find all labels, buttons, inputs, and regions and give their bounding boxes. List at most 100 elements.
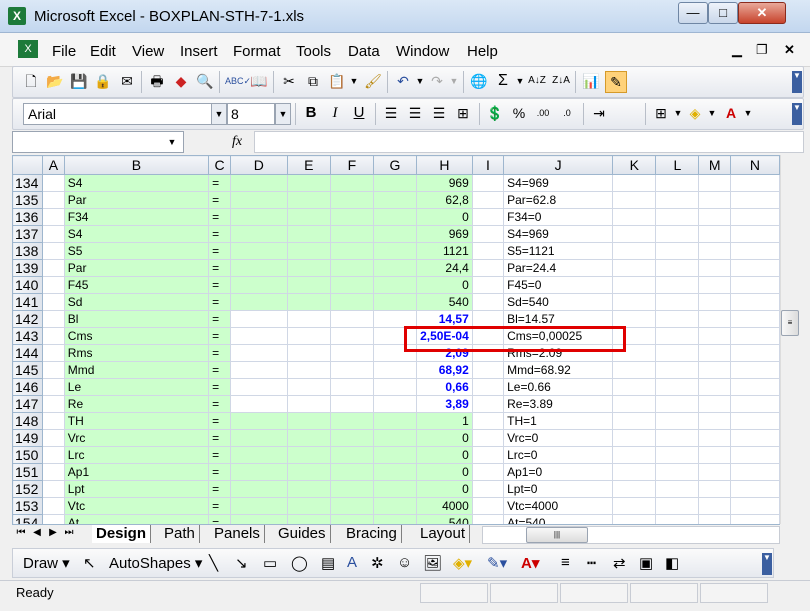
name-box-dropdown-icon[interactable]: ▼ [162, 131, 182, 153]
column-header[interactable]: M [698, 155, 731, 175]
cell-e[interactable] [286, 378, 331, 396]
menu-format[interactable]: Format [233, 43, 281, 60]
cell-b[interactable]: S4 [63, 225, 210, 243]
cell-c[interactable]: = [208, 344, 231, 362]
cell-f[interactable] [329, 310, 374, 328]
cell-c[interactable]: = [208, 412, 231, 430]
cell-m[interactable] [698, 225, 731, 243]
text-box-icon[interactable]: ▤ [321, 554, 335, 572]
cell-n[interactable] [729, 174, 780, 192]
cell-n[interactable] [729, 276, 780, 294]
cell-n[interactable] [729, 344, 780, 362]
cell-table[interactable]: A B C D E F G H I J K L M N 134 S4 = 969 S4=… [12, 155, 780, 524]
cell-h[interactable]: 0 [416, 429, 473, 447]
cell-e[interactable] [286, 361, 331, 379]
cell-d[interactable] [230, 293, 288, 311]
cell-k[interactable] [612, 344, 657, 362]
cell-a[interactable] [41, 378, 65, 396]
row-header[interactable]: 140 [12, 276, 43, 294]
row-header[interactable]: 151 [12, 463, 43, 481]
row-header[interactable]: 136 [12, 208, 43, 226]
cell-f[interactable] [329, 395, 374, 413]
cell-j[interactable]: At=540 [503, 514, 614, 524]
cell-l[interactable] [655, 310, 700, 328]
cell-k[interactable] [612, 276, 657, 294]
cell-h[interactable]: 0 [416, 463, 473, 481]
cell-n[interactable] [729, 514, 780, 524]
font-color-icon[interactable]: A [721, 103, 741, 123]
cell-j[interactable]: TH=1 [503, 412, 614, 430]
font-size-dropdown-icon[interactable]: ▼ [275, 103, 291, 125]
redo-icon[interactable]: ↷ [427, 71, 447, 91]
align-left-icon[interactable]: ☰ [381, 103, 401, 123]
sheet-tab-panels[interactable]: Panels [210, 525, 265, 543]
cell-d[interactable] [230, 191, 288, 209]
drawing-toggle-icon[interactable]: ✎ [605, 71, 627, 93]
cell-i[interactable] [471, 259, 505, 277]
menu-data[interactable]: Data [348, 43, 380, 60]
cell-j[interactable]: S4=969 [503, 174, 614, 192]
cell-i[interactable] [471, 480, 505, 498]
cell-f[interactable] [329, 361, 374, 379]
spelling-icon[interactable]: ABC✓ [225, 71, 251, 91]
cell-d[interactable] [230, 174, 288, 192]
cell-k[interactable] [612, 395, 657, 413]
cell-m[interactable] [698, 412, 731, 430]
cell-b[interactable]: Bl [63, 310, 210, 328]
cell-i[interactable] [471, 412, 505, 430]
underline-button[interactable]: U [349, 103, 369, 123]
cell-h[interactable]: 0 [416, 480, 473, 498]
cell-e[interactable] [286, 344, 331, 362]
sheet-tab-guides[interactable]: Guides [274, 525, 331, 543]
cell-d[interactable] [230, 446, 288, 464]
cell-a[interactable] [41, 395, 65, 413]
cell-f[interactable] [329, 293, 374, 311]
first-sheet-icon[interactable]: ⏮ [14, 527, 28, 538]
cell-f[interactable] [329, 225, 374, 243]
cell-n[interactable] [729, 446, 780, 464]
minimize-button[interactable]: — [678, 2, 708, 24]
decrease-decimal-icon[interactable]: .0 [557, 103, 577, 123]
last-sheet-icon[interactable]: ⏭ [62, 527, 76, 538]
cell-c[interactable]: = [208, 293, 231, 311]
cell-b[interactable]: Par [63, 191, 210, 209]
cell-d[interactable] [230, 514, 288, 524]
cell-h[interactable]: 62,8 [416, 191, 473, 209]
cell-l[interactable] [655, 225, 700, 243]
rectangle-icon[interactable]: ▭ [263, 554, 277, 572]
cell-i[interactable] [471, 208, 505, 226]
cell-a[interactable] [41, 293, 65, 311]
cell-g[interactable] [372, 242, 418, 260]
cell-b[interactable]: Vrc [63, 429, 210, 447]
row-header[interactable]: 138 [12, 242, 43, 260]
vertical-scrollbar[interactable] [780, 155, 799, 524]
cell-j[interactable]: Le=0.66 [503, 378, 614, 396]
cell-j[interactable]: S5=1121 [503, 242, 614, 260]
cell-e[interactable] [286, 395, 331, 413]
cell-m[interactable] [698, 242, 731, 260]
cell-a[interactable] [41, 225, 65, 243]
cell-k[interactable] [612, 293, 657, 311]
arrow-icon[interactable]: ↘ [235, 554, 248, 572]
cell-d[interactable] [230, 412, 288, 430]
column-header[interactable]: E [286, 155, 331, 175]
cell-m[interactable] [698, 310, 731, 328]
cell-a[interactable] [41, 361, 65, 379]
cell-f[interactable] [329, 259, 374, 277]
cell-f[interactable] [329, 446, 374, 464]
column-header[interactable]: L [655, 155, 700, 175]
cell-n[interactable] [729, 395, 780, 413]
cell-b[interactable]: At [63, 514, 210, 524]
cell-f[interactable] [329, 276, 374, 294]
cell-n[interactable] [729, 259, 780, 277]
cell-h[interactable]: 1 [416, 412, 473, 430]
percent-icon[interactable]: % [509, 103, 529, 123]
select-all-corner[interactable] [12, 155, 43, 175]
next-sheet-icon[interactable]: ▶ [46, 527, 60, 538]
cell-f[interactable] [329, 480, 374, 498]
cell-l[interactable] [655, 361, 700, 379]
line-style-icon[interactable]: ≡ [561, 554, 570, 571]
column-header[interactable]: K [612, 155, 657, 175]
cell-f[interactable] [329, 497, 374, 515]
sheet-tab-layout[interactable]: Layout [416, 525, 471, 543]
